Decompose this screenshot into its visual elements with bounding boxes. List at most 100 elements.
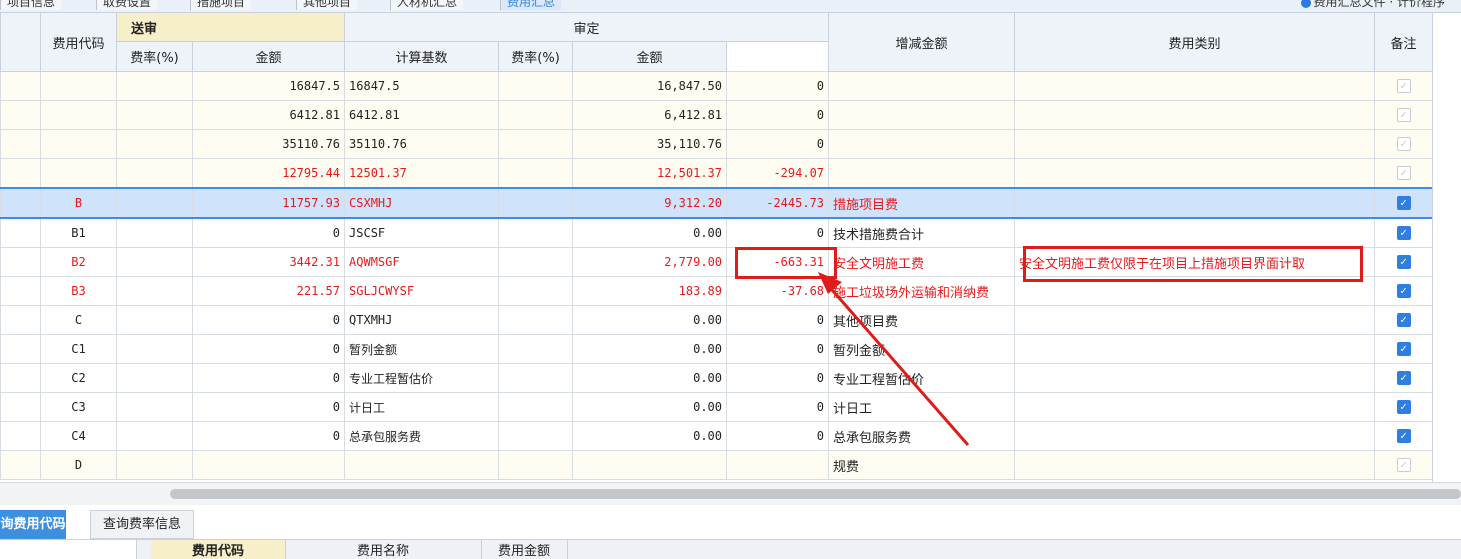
cell-base[interactable]: 35110.76 (344, 129, 500, 159)
cell-rate2[interactable] (498, 71, 574, 101)
table-row[interactable]: C 0 QTXMHJ 0.00 0 其他项目费 ✓ (0, 305, 1432, 335)
cell-amount[interactable]: 12795.44 (191, 158, 346, 189)
cell-code[interactable]: C4 (40, 421, 117, 451)
cell-amount[interactable]: 221.57 (191, 276, 346, 306)
row-indicator[interactable] (0, 334, 41, 364)
cell-remark[interactable] (1014, 187, 1376, 219)
cell-base[interactable]: 专业工程暂估价 (344, 363, 500, 393)
cell-remark[interactable] (1014, 158, 1376, 189)
output-checkbox[interactable]: ✓ (1396, 371, 1411, 386)
output-checkbox[interactable]: ✓ (1396, 429, 1411, 444)
cell-diff[interactable] (726, 450, 830, 480)
cell-rate2[interactable] (498, 187, 574, 219)
cell-code[interactable]: C (40, 305, 117, 335)
table-row[interactable]: C2 0 专业工程暂估价 0.00 0 专业工程暂估价 ✓ (0, 363, 1432, 393)
cell-rate[interactable] (116, 217, 193, 248)
cell-rate2[interactable] (498, 334, 574, 364)
cell-output[interactable]: ✓ (1374, 247, 1432, 277)
tab-project-info[interactable]: 项目信息 (0, 0, 62, 10)
cell-rate2[interactable] (498, 158, 574, 189)
scrollbar-thumb[interactable] (170, 489, 1461, 499)
cell-rate[interactable] (116, 392, 193, 422)
cell-rate[interactable] (116, 305, 193, 335)
cell-amount[interactable]: 0 (191, 363, 346, 393)
cell-amount[interactable] (191, 450, 346, 480)
output-checkbox[interactable]: ✓ (1396, 137, 1411, 152)
cell-rate[interactable] (116, 187, 193, 219)
cell-rate[interactable] (116, 450, 193, 480)
cell-amount[interactable]: 3442.31 (191, 247, 346, 277)
cell-diff[interactable]: -37.68 (726, 276, 830, 306)
table-row[interactable]: B 11757.93 CSXMHJ 9,312.20 -2445.73 措施项目费 ✓ (0, 187, 1432, 219)
output-checkbox[interactable]: ✓ (1396, 400, 1411, 415)
cell-code[interactable]: D (40, 450, 117, 480)
output-checkbox[interactable]: ✓ (1396, 313, 1411, 328)
cell-amount2[interactable] (572, 450, 728, 480)
output-checkbox[interactable]: ✓ (1396, 196, 1411, 211)
row-indicator[interactable] (0, 71, 41, 101)
cell-amount2[interactable]: 12,501.37 (572, 158, 728, 189)
cell-rate[interactable] (116, 421, 193, 451)
cell-base[interactable]: 总承包服务费 (344, 421, 500, 451)
cell-output[interactable]: ✓ (1374, 450, 1432, 480)
table-row[interactable]: 12795.44 12501.37 12,501.37 -294.07 ✓ (0, 158, 1432, 189)
cell-remark[interactable] (1014, 276, 1376, 306)
cell-code[interactable]: B (40, 187, 117, 219)
cell-diff[interactable]: 0 (726, 392, 830, 422)
cell-category[interactable] (828, 71, 1016, 101)
cell-code[interactable]: B3 (40, 276, 117, 306)
cell-amount2[interactable]: 2,779.00 (572, 247, 728, 277)
cell-category[interactable]: 其他项目费 (828, 305, 1016, 335)
row-indicator[interactable] (0, 392, 41, 422)
cell-output[interactable]: ✓ (1374, 276, 1432, 306)
row-indicator[interactable] (0, 421, 41, 451)
cell-output[interactable]: ✓ (1374, 392, 1432, 422)
cell-amount[interactable]: 0 (191, 421, 346, 451)
cell-diff[interactable]: 0 (726, 129, 830, 159)
cell-rate2[interactable] (498, 276, 574, 306)
cell-diff[interactable]: 0 (726, 363, 830, 393)
tab-labor-material-summary[interactable]: 人材机汇总 (390, 0, 464, 10)
cell-amount2[interactable]: 16,847.50 (572, 71, 728, 101)
cell-code[interactable] (40, 129, 117, 159)
cell-base[interactable]: SGLJCWYSF (344, 276, 500, 306)
row-indicator[interactable] (0, 100, 41, 130)
cell-amount2[interactable]: 0.00 (572, 305, 728, 335)
cell-base[interactable]: 12501.37 (344, 158, 500, 189)
cell-amount[interactable]: 0 (191, 217, 346, 248)
tab-other-items[interactable]: 其他项目 (296, 0, 358, 10)
cell-code[interactable]: C3 (40, 392, 117, 422)
table-row[interactable]: B3 221.57 SGLJCWYSF 183.89 -37.68 施工垃圾场外运输和消纳… (0, 276, 1432, 306)
cell-remark[interactable] (1014, 100, 1376, 130)
cell-rate[interactable] (116, 71, 193, 101)
table-row[interactable]: B1 0 JSCSF 0.00 0 技术措施费合计 ✓ (0, 217, 1432, 248)
row-indicator[interactable] (0, 276, 41, 306)
cell-diff[interactable]: -294.07 (726, 158, 830, 189)
cell-rate2[interactable] (498, 305, 574, 335)
table-row[interactable]: C3 0 计日工 0.00 0 计日工 ✓ (0, 392, 1432, 422)
tab-fee-settings[interactable]: 取费设置 (96, 0, 158, 10)
cell-amount2[interactable]: 0.00 (572, 392, 728, 422)
cell-base[interactable]: QTXMHJ (344, 305, 500, 335)
cell-amount2[interactable]: 0.00 (572, 421, 728, 451)
row-indicator[interactable] (0, 158, 41, 189)
cell-category[interactable]: 施工垃圾场外运输和消纳费 (828, 276, 1016, 306)
cell-category[interactable] (828, 158, 1016, 189)
cell-rate2[interactable] (498, 450, 574, 480)
tab-query-fee-code[interactable]: 询费用代码 (0, 510, 66, 539)
output-checkbox[interactable]: ✓ (1396, 342, 1411, 357)
cell-output[interactable]: ✓ (1374, 305, 1432, 335)
cell-output[interactable]: ✓ (1374, 217, 1432, 248)
row-indicator[interactable] (0, 187, 41, 219)
cell-amount2[interactable]: 0.00 (572, 363, 728, 393)
cell-base[interactable]: 暂列金额 (344, 334, 500, 364)
cell-amount[interactable]: 35110.76 (191, 129, 346, 159)
cell-base[interactable]: AQWMSGF (344, 247, 500, 277)
row-indicator[interactable] (0, 363, 41, 393)
cell-amount[interactable]: 0 (191, 334, 346, 364)
cell-rate[interactable] (116, 334, 193, 364)
cell-rate2[interactable] (498, 129, 574, 159)
cell-rate2[interactable] (498, 363, 574, 393)
cell-code[interactable] (40, 71, 117, 101)
cell-base[interactable]: JSCSF (344, 217, 500, 248)
